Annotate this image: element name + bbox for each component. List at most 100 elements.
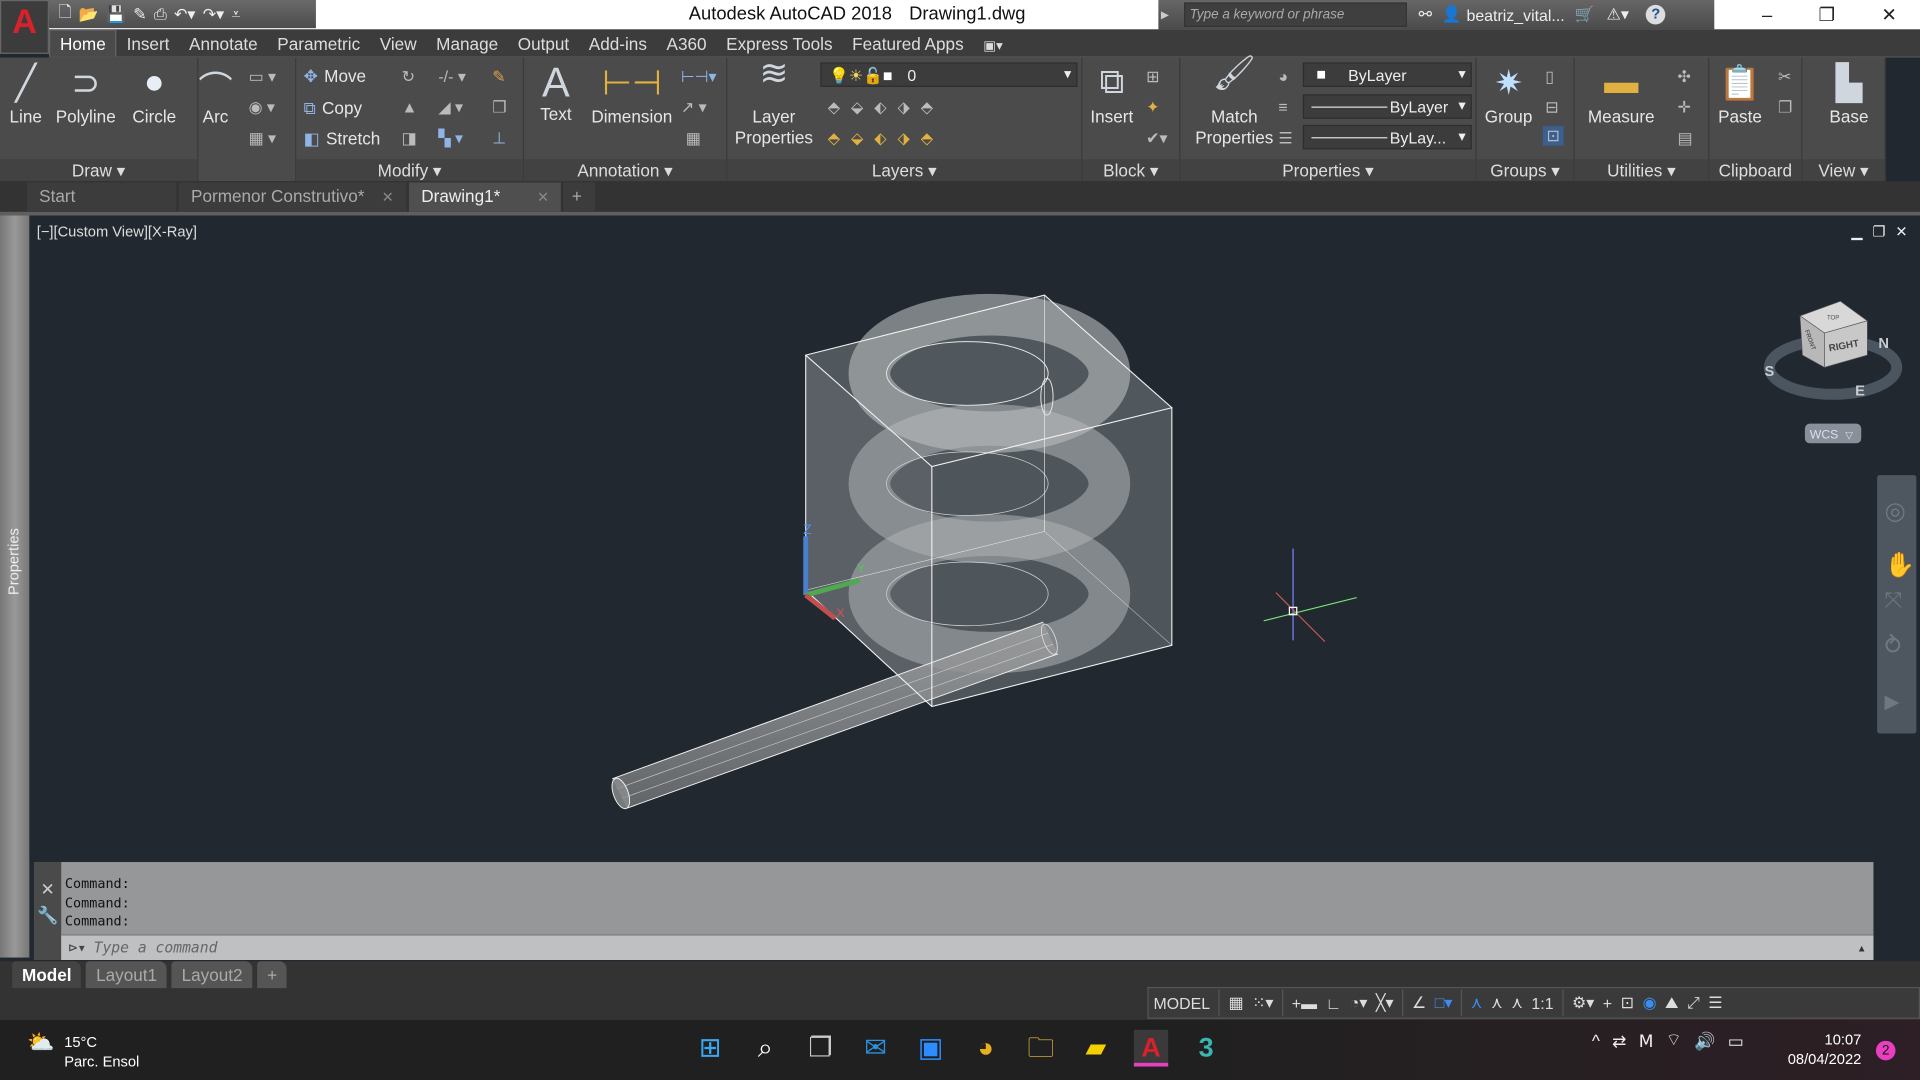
match-properties-button[interactable]: 🖌 Match Properties — [1185, 56, 1283, 148]
cart-icon[interactable]: 🛒 — [1574, 5, 1594, 25]
snap-icon[interactable]: ⁙▾ — [1252, 993, 1273, 1013]
viewcube-top-face[interactable]: TOP — [1827, 315, 1839, 322]
layer-tools-row1-icons[interactable]: ⬘⬙⬖⬗⬘ — [828, 98, 944, 118]
autocad-taskbar-icon[interactable]: A — [1133, 1029, 1169, 1067]
steering-wheel-icon[interactable]: ◎ — [1884, 498, 1905, 525]
close-button[interactable]: ✕ — [1881, 4, 1896, 26]
pan-icon[interactable]: ✋ — [1884, 550, 1914, 579]
point-icon[interactable]: ✛ — [1678, 98, 1691, 118]
text-button[interactable]: A Text — [534, 60, 578, 124]
command-window-handle[interactable]: ✕ 🔧 — [34, 862, 62, 961]
a360-icon[interactable]: ⚠▾ — [1607, 5, 1629, 25]
base-button[interactable]: ▙ Base — [1815, 62, 1884, 126]
units-icon[interactable]: ⊡ — [1621, 993, 1634, 1013]
compass-s[interactable]: S — [1764, 364, 1774, 380]
panel-clipboard-label[interactable]: Clipboard — [1709, 159, 1802, 182]
wcs-menu[interactable]: WCS ▽ — [1804, 423, 1862, 444]
scale-icon[interactable]: ◨ — [402, 129, 417, 149]
object-snap-icon[interactable]: □▾ — [1435, 993, 1453, 1013]
leader-icon[interactable]: ↗ ▾ — [681, 98, 707, 118]
attribute-icon[interactable]: ✔▾ — [1146, 129, 1167, 149]
clean-screen-icon[interactable]: ⤢ — [1687, 993, 1700, 1013]
zoom-extents-icon[interactable]: ⤧ — [1884, 587, 1902, 612]
network-switch-icon[interactable]: ⇄ — [1612, 1030, 1626, 1051]
volume-icon[interactable]: 🔊 — [1694, 1030, 1715, 1051]
tab-express-tools[interactable]: Express Tools — [716, 31, 842, 57]
calculator-icon[interactable]: ▤ — [1678, 129, 1693, 149]
group-selection-icon[interactable]: ⊡ — [1542, 126, 1564, 146]
fillet-icon[interactable]: ◢ ▾ — [438, 98, 463, 118]
grid-icon[interactable]: ▦ — [1228, 993, 1243, 1013]
panel-view-label[interactable]: View ▾ — [1802, 159, 1885, 182]
customization-menu-icon[interactable]: ☰ — [1708, 993, 1722, 1013]
wifi-icon[interactable]: ⌔ — [1666, 1030, 1682, 1052]
copy-button[interactable]: ⧉ Copy — [304, 98, 362, 119]
close-tab-icon[interactable]: ✕ — [382, 189, 394, 206]
mirror-icon[interactable]: ▲ — [402, 98, 418, 116]
measure-button[interactable]: ▬ Measure — [1582, 62, 1660, 126]
weather-widget[interactable]: ⛅ 15°C Parc. Ensol — [27, 1031, 139, 1071]
layer-dropdown[interactable]: 💡☀🔓■ 0 — [820, 62, 1078, 87]
file-tab-pormenor[interactable]: Pormenor Construtivo* ✕ — [178, 182, 407, 212]
group-edit-icon[interactable]: ⊟ — [1545, 98, 1558, 118]
tab-addins[interactable]: Add-ins — [579, 31, 657, 57]
minimize-button[interactable]: – — [1762, 4, 1772, 25]
layout-tab-layout1[interactable]: Layout1 — [86, 961, 167, 989]
paste-button[interactable]: 📋 Paste — [1712, 62, 1768, 126]
offset-icon[interactable]: ⊥ — [492, 129, 506, 149]
meet-icon[interactable]: Ⅿ — [1639, 1030, 1654, 1051]
tab-view[interactable]: View — [370, 31, 426, 57]
show-hidden-icons[interactable]: ^ — [1592, 1031, 1600, 1051]
panel-utilities-label[interactable]: Utilities ▾ — [1574, 159, 1709, 182]
drawing-viewport[interactable]: [−][Custom View][X-Ray] ▁ ❐ ✕ Z Y X S N … — [29, 215, 1920, 861]
clock[interactable]: 10:07 08/04/2022 — [1788, 1030, 1862, 1069]
search-icon[interactable]: ⌕ — [748, 1030, 782, 1067]
panel-layers-label[interactable]: Layers ▾ — [727, 159, 1082, 182]
layer-tools-row2-icons[interactable]: ⬘⬙⬖⬗⬘ — [828, 129, 944, 149]
sticky-notes-icon[interactable]: ▰ — [1079, 1030, 1113, 1067]
command-history-toggle-icon[interactable]: ▴ — [1857, 939, 1866, 956]
search-input[interactable]: Type a keyword or phrase — [1183, 2, 1407, 27]
chrome-icon[interactable]: ◕ — [969, 1030, 1003, 1067]
lineweight-dropdown[interactable]: ByLay... — [1302, 124, 1472, 150]
annotation-scale-dropdown[interactable]: 1:1 — [1531, 994, 1553, 1012]
new-tab-button[interactable]: + — [563, 182, 596, 212]
tab-parametric[interactable]: Parametric — [267, 31, 369, 57]
move-button[interactable]: ✥ Move — [304, 66, 366, 87]
help-icon[interactable]: ? — [1645, 4, 1666, 25]
layer-properties-button[interactable]: ≋ Layer Properties — [730, 56, 818, 148]
annotation-monitor-icon[interactable]: + — [1603, 994, 1612, 1012]
panel-groups-label[interactable]: Groups ▾ — [1476, 159, 1574, 182]
create-block-icon[interactable]: ⊞ — [1146, 67, 1159, 87]
task-view-icon[interactable]: ❐ — [803, 1030, 837, 1067]
close-command-icon[interactable]: ✕ — [34, 879, 61, 900]
file-tab-drawing1[interactable]: Drawing1* ✕ — [408, 182, 561, 212]
tab-annotate[interactable]: Annotate — [179, 31, 267, 57]
layout-tab-layout2[interactable]: Layout2 — [171, 961, 253, 989]
tab-manage[interactable]: Manage — [426, 31, 508, 57]
compass-n[interactable]: N — [1878, 336, 1889, 352]
compass-e[interactable]: E — [1855, 384, 1865, 400]
graphics-performance-icon[interactable]: ⛰ — [1665, 993, 1678, 1013]
isodraft-icon[interactable]: ╳▾ — [1376, 993, 1394, 1013]
file-tab-start[interactable]: Start — [26, 182, 177, 212]
linear-dim-icon[interactable]: ⊢⊣▾ — [681, 67, 717, 87]
infer-constraints-icon[interactable]: +▬ — [1292, 994, 1317, 1012]
annotation-visibility-icon[interactable]: ⋏ — [1471, 993, 1483, 1013]
erase-icon[interactable]: ✎ — [492, 67, 505, 87]
tab-output[interactable]: Output — [508, 31, 579, 57]
new-layout-button[interactable]: + — [257, 961, 287, 989]
viewcube[interactable]: S N E RIGHT TOP FRONT — [1763, 300, 1903, 400]
array-icon[interactable]: ▚ ▾ — [438, 129, 463, 149]
linetype-dropdown[interactable]: ByLayer — [1302, 94, 1472, 119]
object-snap-tracking-icon[interactable]: ∠ — [1412, 993, 1426, 1013]
3dsmax-taskbar-icon[interactable]: 3 — [1189, 1030, 1223, 1067]
quick-properties-icon[interactable]: ◉ — [1643, 993, 1657, 1013]
close-tab-icon[interactable]: ✕ — [537, 189, 549, 206]
notification-badge[interactable]: 2 — [1875, 1040, 1896, 1061]
zoom-app-icon[interactable]: ▣ — [913, 1030, 947, 1067]
panel-properties-label[interactable]: Properties ▾ — [1180, 159, 1476, 182]
battery-icon[interactable]: ▭ — [1728, 1030, 1744, 1051]
panel-block-label[interactable]: Block ▾ — [1082, 159, 1180, 182]
file-explorer-icon[interactable]: 🗀 — [1024, 1030, 1058, 1067]
